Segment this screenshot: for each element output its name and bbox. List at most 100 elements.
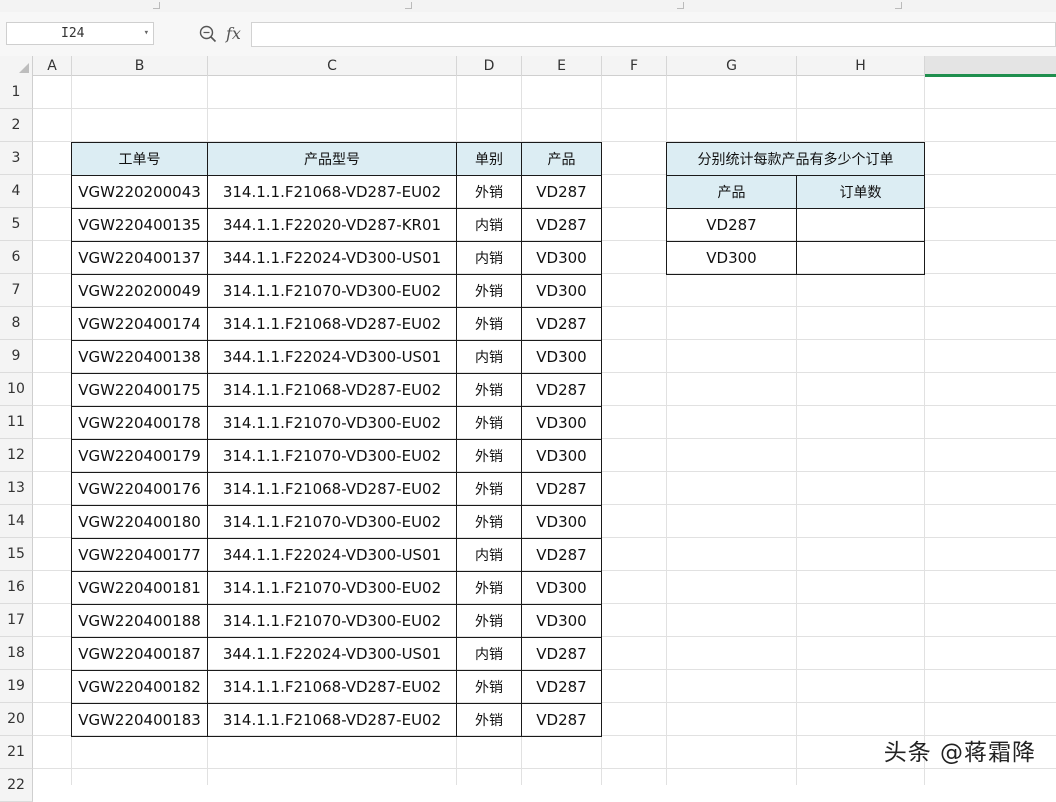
cell-grid[interactable]: 工单号 产品型号 单别 产品 VGW220200043 314.1.1.F2106… bbox=[33, 76, 1056, 785]
table-cell[interactable]: VD287 bbox=[521, 373, 602, 407]
row-header[interactable]: 8 bbox=[0, 307, 33, 340]
chevron-down-icon[interactable]: ▾ bbox=[144, 23, 149, 44]
table-cell[interactable]: VGW220200049 bbox=[71, 274, 208, 308]
row-header[interactable]: 5 bbox=[0, 208, 33, 241]
name-box[interactable]: I24 ▾ bbox=[6, 22, 154, 45]
column-header-f[interactable]: F bbox=[602, 56, 667, 76]
table-cell[interactable]: 314.1.1.F21068-VD287-EU02 bbox=[207, 373, 457, 407]
table-cell[interactable]: VD287 bbox=[521, 175, 602, 209]
row-header[interactable]: 18 bbox=[0, 637, 33, 670]
table-cell[interactable]: VD300 bbox=[521, 505, 602, 539]
table-cell[interactable]: 外销 bbox=[456, 472, 522, 506]
row-header[interactable]: 20 bbox=[0, 703, 33, 736]
table-cell[interactable]: VGW220400182 bbox=[71, 670, 208, 704]
zoom-icon[interactable] bbox=[199, 25, 217, 43]
row-header[interactable]: 6 bbox=[0, 241, 33, 274]
row-header[interactable]: 13 bbox=[0, 472, 33, 505]
table-cell[interactable]: VD287 bbox=[521, 307, 602, 341]
table-cell[interactable]: VGW220200043 bbox=[71, 175, 208, 209]
row-header[interactable]: 16 bbox=[0, 571, 33, 604]
column-header-h[interactable]: H bbox=[797, 56, 925, 76]
row-header[interactable]: 21 bbox=[0, 736, 33, 769]
table-cell[interactable]: VD287 bbox=[521, 703, 602, 737]
table-cell[interactable]: 314.1.1.F21068-VD287-EU02 bbox=[207, 472, 457, 506]
table-cell[interactable]: 314.1.1.F21068-VD287-EU02 bbox=[207, 175, 457, 209]
table-cell[interactable]: VGW220400138 bbox=[71, 340, 208, 374]
column-header-b[interactable]: B bbox=[72, 56, 208, 76]
summary-cell-count[interactable] bbox=[796, 208, 925, 242]
table-cell[interactable]: 内销 bbox=[456, 340, 522, 374]
table-cell[interactable]: 外销 bbox=[456, 604, 522, 638]
row-header[interactable]: 7 bbox=[0, 274, 33, 307]
fx-icon[interactable]: fx bbox=[226, 24, 241, 43]
table-cell[interactable]: 344.1.1.F22024-VD300-US01 bbox=[207, 538, 457, 572]
table-cell[interactable]: VD300 bbox=[521, 274, 602, 308]
table-cell[interactable]: 外销 bbox=[456, 703, 522, 737]
row-header[interactable]: 1 bbox=[0, 76, 33, 109]
table-cell[interactable]: 外销 bbox=[456, 406, 522, 440]
table-cell[interactable]: 344.1.1.F22024-VD300-US01 bbox=[207, 637, 457, 671]
table-cell[interactable]: 外销 bbox=[456, 571, 522, 605]
column-header-i-selected[interactable] bbox=[925, 56, 1056, 77]
table-cell[interactable]: VGW220400188 bbox=[71, 604, 208, 638]
table-cell[interactable]: 314.1.1.F21070-VD300-EU02 bbox=[207, 604, 457, 638]
table-cell[interactable]: VD300 bbox=[521, 241, 602, 275]
table-cell[interactable]: VD287 bbox=[521, 637, 602, 671]
table-cell[interactable]: VGW220400187 bbox=[71, 637, 208, 671]
summary-header-product[interactable]: 产品 bbox=[666, 175, 797, 209]
row-header[interactable]: 12 bbox=[0, 439, 33, 472]
table-cell[interactable]: 344.1.1.F22024-VD300-US01 bbox=[207, 340, 457, 374]
header-cell-product[interactable]: 产品 bbox=[521, 142, 602, 176]
row-header[interactable]: 4 bbox=[0, 175, 33, 208]
table-cell[interactable]: 内销 bbox=[456, 208, 522, 242]
header-cell-work-order[interactable]: 工单号 bbox=[71, 142, 208, 176]
row-header[interactable]: 19 bbox=[0, 670, 33, 703]
column-header-c[interactable]: C bbox=[208, 56, 457, 76]
select-all-corner[interactable] bbox=[0, 56, 33, 76]
formula-input[interactable] bbox=[251, 22, 1056, 47]
header-cell-model[interactable]: 产品型号 bbox=[207, 142, 457, 176]
row-header[interactable]: 11 bbox=[0, 406, 33, 439]
table-cell[interactable]: VD287 bbox=[521, 538, 602, 572]
table-cell[interactable]: 344.1.1.F22020-VD287-KR01 bbox=[207, 208, 457, 242]
table-cell[interactable]: 外销 bbox=[456, 373, 522, 407]
table-cell[interactable]: 314.1.1.F21070-VD300-EU02 bbox=[207, 274, 457, 308]
table-cell[interactable]: 外销 bbox=[456, 274, 522, 308]
row-header[interactable]: 14 bbox=[0, 505, 33, 538]
table-cell[interactable]: 314.1.1.F21068-VD287-EU02 bbox=[207, 307, 457, 341]
table-cell[interactable]: 314.1.1.F21070-VD300-EU02 bbox=[207, 571, 457, 605]
summary-cell-product[interactable]: VD300 bbox=[666, 241, 797, 275]
table-cell[interactable]: VD287 bbox=[521, 472, 602, 506]
table-cell[interactable]: 314.1.1.F21070-VD300-EU02 bbox=[207, 406, 457, 440]
table-cell[interactable]: 外销 bbox=[456, 175, 522, 209]
table-cell[interactable]: VD300 bbox=[521, 439, 602, 473]
summary-header-order-count[interactable]: 订单数 bbox=[796, 175, 925, 209]
row-header[interactable]: 9 bbox=[0, 340, 33, 373]
table-cell[interactable]: 外销 bbox=[456, 307, 522, 341]
table-cell[interactable]: 314.1.1.F21070-VD300-EU02 bbox=[207, 439, 457, 473]
column-header-e[interactable]: E bbox=[522, 56, 602, 76]
table-cell[interactable]: 314.1.1.F21068-VD287-EU02 bbox=[207, 670, 457, 704]
table-cell[interactable]: VGW220400180 bbox=[71, 505, 208, 539]
table-cell[interactable]: 外销 bbox=[456, 670, 522, 704]
row-header[interactable]: 22 bbox=[0, 769, 33, 802]
column-header-g[interactable]: G bbox=[667, 56, 797, 76]
column-header-a[interactable]: A bbox=[33, 56, 72, 76]
table-cell[interactable]: 内销 bbox=[456, 637, 522, 671]
row-header[interactable]: 2 bbox=[0, 109, 33, 142]
table-cell[interactable]: 314.1.1.F21070-VD300-EU02 bbox=[207, 505, 457, 539]
table-cell[interactable]: VGW220400178 bbox=[71, 406, 208, 440]
column-header-d[interactable]: D bbox=[457, 56, 522, 76]
table-cell[interactable]: 外销 bbox=[456, 505, 522, 539]
table-cell[interactable]: VGW220400183 bbox=[71, 703, 208, 737]
table-cell[interactable]: VD300 bbox=[521, 406, 602, 440]
row-header[interactable]: 17 bbox=[0, 604, 33, 637]
table-cell[interactable]: VGW220400137 bbox=[71, 241, 208, 275]
summary-cell-count[interactable] bbox=[796, 241, 925, 275]
table-cell[interactable]: VGW220400177 bbox=[71, 538, 208, 572]
summary-title[interactable]: 分别统计每款产品有多少个订单 bbox=[666, 142, 925, 176]
table-cell[interactable]: VD287 bbox=[521, 208, 602, 242]
table-cell[interactable]: VD300 bbox=[521, 571, 602, 605]
table-cell[interactable]: 内销 bbox=[456, 538, 522, 572]
table-cell[interactable]: VGW220400176 bbox=[71, 472, 208, 506]
